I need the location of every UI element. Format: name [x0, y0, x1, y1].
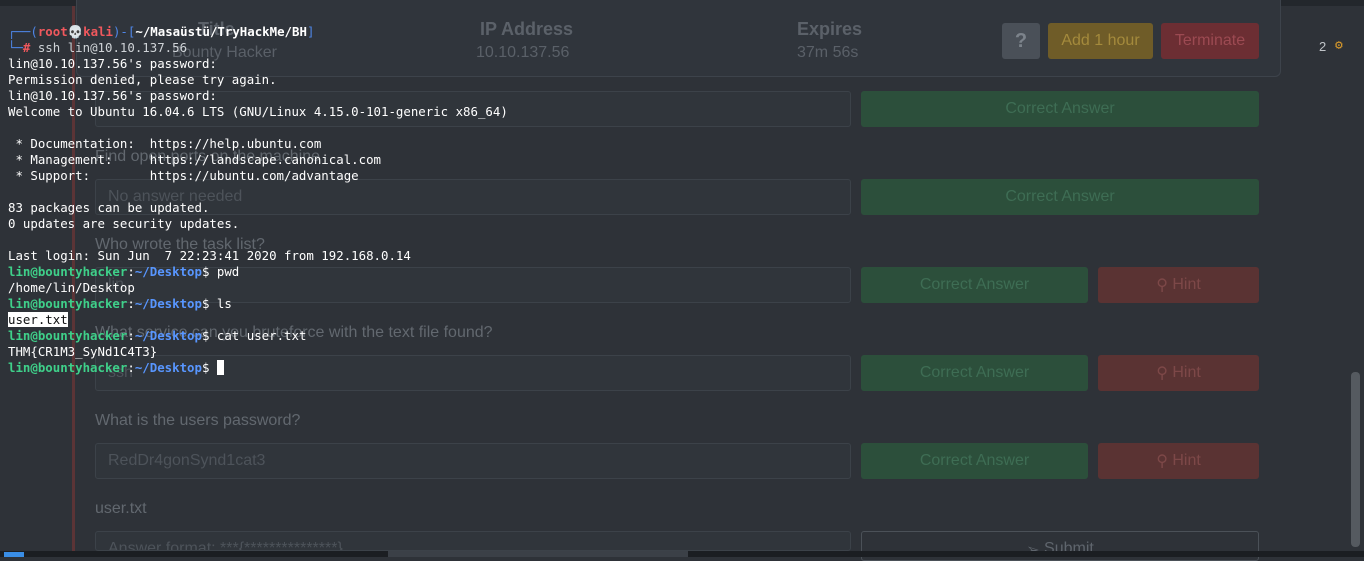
- ls-output-selected[interactable]: user.txt: [8, 312, 68, 327]
- output-line: * Support: https://ubuntu.com/advantage: [8, 168, 359, 183]
- shell-path: ~/Desktop: [134, 360, 202, 375]
- skull-icon: 💀: [67, 24, 84, 39]
- prompt-line-top: ┌──(root💀kali)-[~/Masaüstü/TryHackMe/BH]: [8, 24, 508, 40]
- prompt-path-end: ]: [306, 24, 315, 39]
- output-line: lin@10.10.137.56's password:: [8, 56, 217, 71]
- terminate-button[interactable]: Terminate: [1161, 23, 1259, 59]
- add-hour-button[interactable]: Add 1 hour: [1048, 23, 1153, 59]
- shell-user: lin@bountyhacker: [8, 328, 128, 343]
- shell-dollar: $: [201, 360, 217, 375]
- lightbulb-icon: ⚲: [1156, 365, 1173, 382]
- shell-user: lin@bountyhacker: [8, 360, 128, 375]
- shell-colon: :: [127, 264, 135, 279]
- correct-answer-button-3[interactable]: Correct Answer: [861, 355, 1088, 391]
- shell-dollar: $: [201, 264, 217, 279]
- hint-button-3[interactable]: ⚲ Hint: [1098, 355, 1259, 391]
- prompt-corner: ┌──(: [8, 24, 38, 39]
- taskbar-item-active[interactable]: [4, 552, 24, 557]
- question-4: What is the users password?: [95, 412, 301, 429]
- prompt-path: ~/Masaüstü/TryHackMe/BH: [135, 24, 307, 39]
- shell-prompt-current[interactable]: lin@bountyhacker:~/Desktop$: [8, 360, 508, 376]
- terminal-cursor[interactable]: [216, 360, 224, 375]
- correct-answer-button-0[interactable]: Correct Answer: [861, 91, 1259, 127]
- shell-prompt-ls: lin@bountyhacker:~/Desktop$ ls: [8, 296, 508, 312]
- notification-count: 2: [1319, 39, 1327, 54]
- shell-colon: :: [127, 328, 135, 343]
- output-line: lin@10.10.137.56's password:: [8, 88, 217, 103]
- shell-user: lin@bountyhacker: [8, 264, 128, 279]
- hint-button-2[interactable]: ⚲ Hint: [1098, 267, 1259, 303]
- shell-dollar: $: [201, 296, 217, 311]
- info-value-expires: 37m 56s: [797, 44, 859, 61]
- correct-answer-button-4[interactable]: Correct Answer: [861, 443, 1088, 479]
- ssh-command: ssh lin@10.10.137.56: [30, 40, 188, 55]
- help-button[interactable]: ?: [1002, 23, 1040, 59]
- prompt-separator: )-[: [112, 24, 136, 39]
- cat-output: THM{CR1M3_SyNd1C4T3}: [8, 344, 158, 359]
- shell-path: ~/Desktop: [134, 264, 202, 279]
- shell-dollar: $: [201, 328, 217, 343]
- shell-path: ~/Desktop: [134, 296, 202, 311]
- prompt-corner-bottom: └─: [8, 40, 23, 55]
- correct-answer-button-2[interactable]: Correct Answer: [861, 267, 1088, 303]
- prompt-user: root: [37, 24, 68, 39]
- command-ls: ls: [216, 296, 232, 311]
- prompt-host: kali: [83, 24, 113, 39]
- shell-colon: :: [127, 360, 135, 375]
- lightbulb-icon: ⚲: [1156, 453, 1173, 470]
- shell-path: ~/Desktop: [134, 328, 202, 343]
- prompt-line-bottom: └─# ssh lin@10.10.137.56: [8, 40, 508, 56]
- output-line: 83 packages can be updated.: [8, 200, 210, 215]
- shell-prompt-pwd: lin@bountyhacker:~/Desktop$ pwd: [8, 264, 508, 280]
- question-5: user.txt: [95, 500, 147, 517]
- send-icon: ➢: [1026, 540, 1044, 560]
- answer-field-4[interactable]: RedDr4gonSynd1cat3: [95, 443, 851, 479]
- page-scrollbar[interactable]: [1351, 372, 1360, 547]
- command-cat: cat user.txt: [216, 328, 307, 343]
- shell-user: lin@bountyhacker: [8, 296, 128, 311]
- ls-output-line: user.txt: [8, 312, 508, 328]
- gear-icon[interactable]: ⚙: [1335, 38, 1343, 53]
- lightbulb-icon: ⚲: [1156, 277, 1173, 294]
- hint-label-3: Hint: [1172, 364, 1201, 381]
- output-line: 0 updates are security updates.: [8, 216, 240, 231]
- shell-colon: :: [127, 296, 135, 311]
- terminal-output: ┌──(root💀kali)-[~/Masaüstü/TryHackMe/BH]…: [8, 24, 508, 376]
- command-pwd: pwd: [216, 264, 240, 279]
- output-line: Last login: Sun Jun 7 22:23:41 2020 from…: [8, 248, 411, 263]
- hint-label-4: Hint: [1172, 452, 1201, 469]
- output-line: Welcome to Ubuntu 16.04.6 LTS (GNU/Linux…: [8, 104, 508, 119]
- shell-prompt-cat: lin@bountyhacker:~/Desktop$ cat user.txt: [8, 328, 508, 344]
- answer-field-5[interactable]: Answer format: ***{***************}: [95, 531, 851, 551]
- correct-answer-button-1[interactable]: Correct Answer: [861, 179, 1259, 215]
- output-line: Permission denied, please try again.: [8, 72, 277, 87]
- hint-label-2: Hint: [1172, 276, 1201, 293]
- pwd-output: /home/lin/Desktop: [8, 280, 135, 295]
- output-line: * Management: https://landscape.canonica…: [8, 152, 381, 167]
- hint-button-4[interactable]: ⚲ Hint: [1098, 443, 1259, 479]
- info-header-expires: Expires: [797, 19, 863, 39]
- output-line: * Documentation: https://help.ubuntu.com: [8, 136, 322, 151]
- taskbar-item[interactable]: [388, 551, 688, 557]
